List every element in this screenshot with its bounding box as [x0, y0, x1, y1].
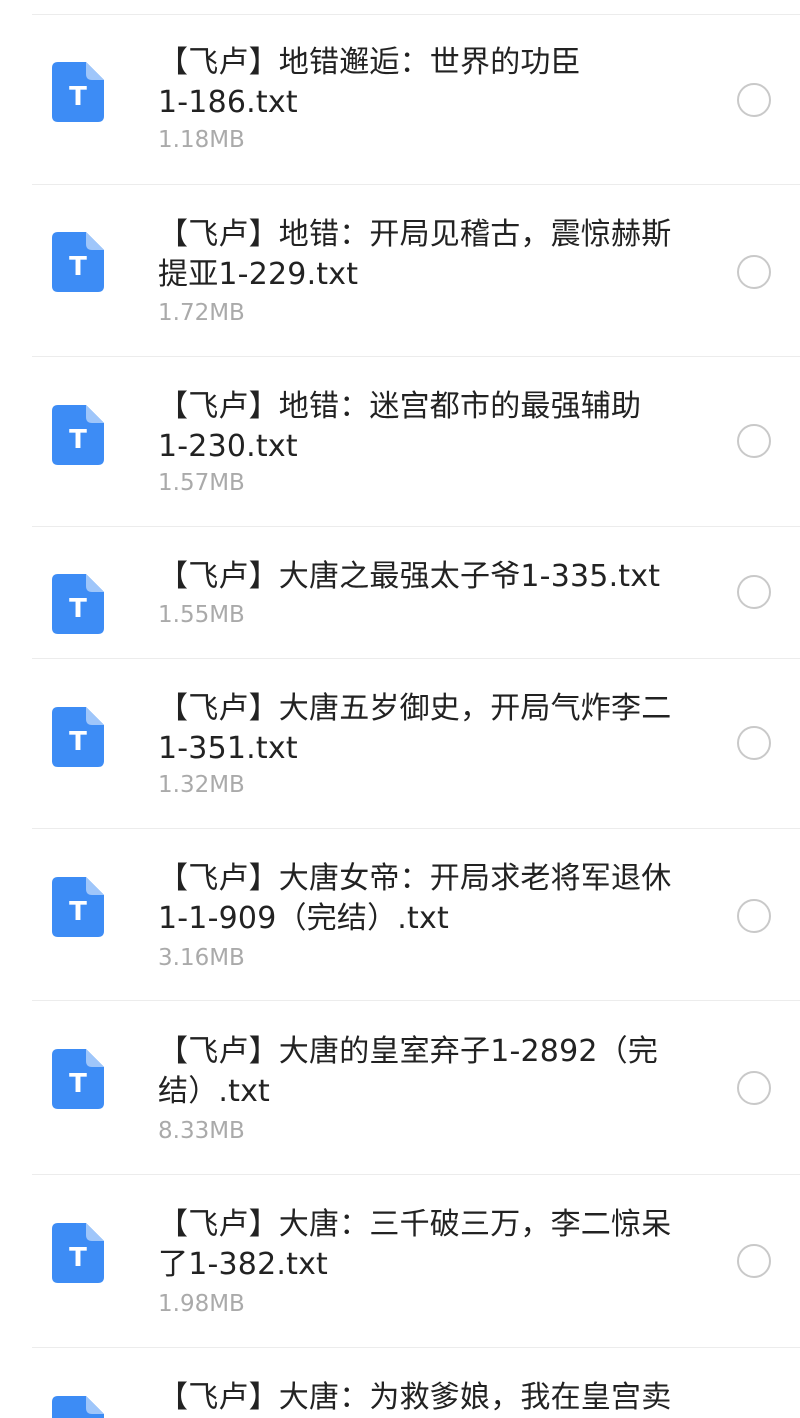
file-size: 1.98MB — [158, 1291, 245, 1317]
file-name: 【飞卢】地错：开局见稽古，震惊赫斯 提亚1-229.txt — [158, 217, 672, 292]
file-name: 【飞卢】大唐的皇室弃子1-2892（完 结）.txt — [158, 1034, 659, 1109]
txt-file-icon: T — [52, 1049, 104, 1109]
svg-text:T: T — [69, 82, 87, 112]
file-name: 【飞卢】地错邂逅：世界的功臣 1-186.txt — [158, 45, 581, 120]
file-row[interactable]: T 【飞卢】大唐女帝：开局求老将军退休 1-1-909（完结）.txt 3.16… — [0, 829, 800, 1000]
select-radio[interactable] — [737, 255, 771, 289]
file-size: 1.57MB — [158, 470, 245, 496]
file-size: 1.18MB — [158, 127, 245, 153]
txt-file-icon: T — [52, 1223, 104, 1283]
file-row[interactable]: T 【飞卢】大唐之最强太子爷1-335.txt 1.55MB — [0, 527, 800, 658]
svg-text:T: T — [69, 1069, 87, 1099]
file-size: 8.33MB — [158, 1118, 245, 1144]
svg-text:T: T — [69, 1243, 87, 1273]
txt-file-icon: T — [52, 1396, 104, 1418]
select-radio[interactable] — [737, 1071, 771, 1105]
txt-file-icon: T — [52, 405, 104, 465]
svg-text:T: T — [69, 594, 87, 624]
select-radio[interactable] — [737, 899, 771, 933]
file-name: 【飞卢】大唐五岁御史，开局气炸李二 1-351.txt — [158, 691, 672, 766]
file-row[interactable]: T 【飞卢】地错：迷宫都市的最强辅助 1-230.txt 1.57MB — [0, 357, 800, 526]
file-size: 3.16MB — [158, 945, 245, 971]
file-row[interactable]: T 【飞卢】地错：开局见稽古，震惊赫斯 提亚1-229.txt 1.72MB — [0, 185, 800, 356]
txt-file-icon: T — [52, 877, 104, 937]
select-radio[interactable] — [737, 1244, 771, 1278]
file-row[interactable]: T 【飞卢】大唐：三千破三万，李二惊呆 了1-382.txt 1.98MB — [0, 1175, 800, 1347]
svg-text:T: T — [69, 897, 87, 927]
select-radio[interactable] — [737, 83, 771, 117]
file-name: 【飞卢】大唐：三千破三万，李二惊呆 了1-382.txt — [158, 1207, 672, 1282]
file-name: 【飞卢】地错：迷宫都市的最强辅助 1-230.txt — [158, 389, 642, 464]
svg-text:T: T — [69, 252, 87, 282]
txt-file-icon: T — [52, 574, 104, 634]
file-size: 1.32MB — [158, 772, 245, 798]
select-radio[interactable] — [737, 726, 771, 760]
select-radio[interactable] — [737, 575, 771, 609]
txt-file-icon: T — [52, 707, 104, 767]
file-name: 【飞卢】大唐之最强太子爷1-335.txt — [158, 559, 661, 594]
file-size: 1.72MB — [158, 300, 245, 326]
select-radio[interactable] — [737, 424, 771, 458]
txt-file-icon: T — [52, 232, 104, 292]
svg-text:T: T — [69, 425, 87, 455]
file-size: 1.55MB — [158, 602, 245, 628]
file-row[interactable]: T 【飞卢】地错邂逅：世界的功臣 1-186.txt 1.18MB — [0, 15, 800, 184]
txt-file-icon: T — [52, 62, 104, 122]
file-row[interactable]: T 【飞卢】大唐五岁御史，开局气炸李二 1-351.txt 1.32MB — [0, 659, 800, 828]
file-row[interactable]: T 【飞卢】大唐的皇室弃子1-2892（完 结）.txt 8.33MB — [0, 1001, 800, 1174]
file-row[interactable]: T 【飞卢】大唐：为救爹娘，我在皇宫卖 — [0, 1348, 800, 1418]
file-name: 【飞卢】大唐：为救爹娘，我在皇宫卖 — [158, 1380, 672, 1415]
file-name: 【飞卢】大唐女帝：开局求老将军退休 1-1-909（完结）.txt — [158, 861, 672, 936]
svg-text:T: T — [69, 727, 87, 757]
